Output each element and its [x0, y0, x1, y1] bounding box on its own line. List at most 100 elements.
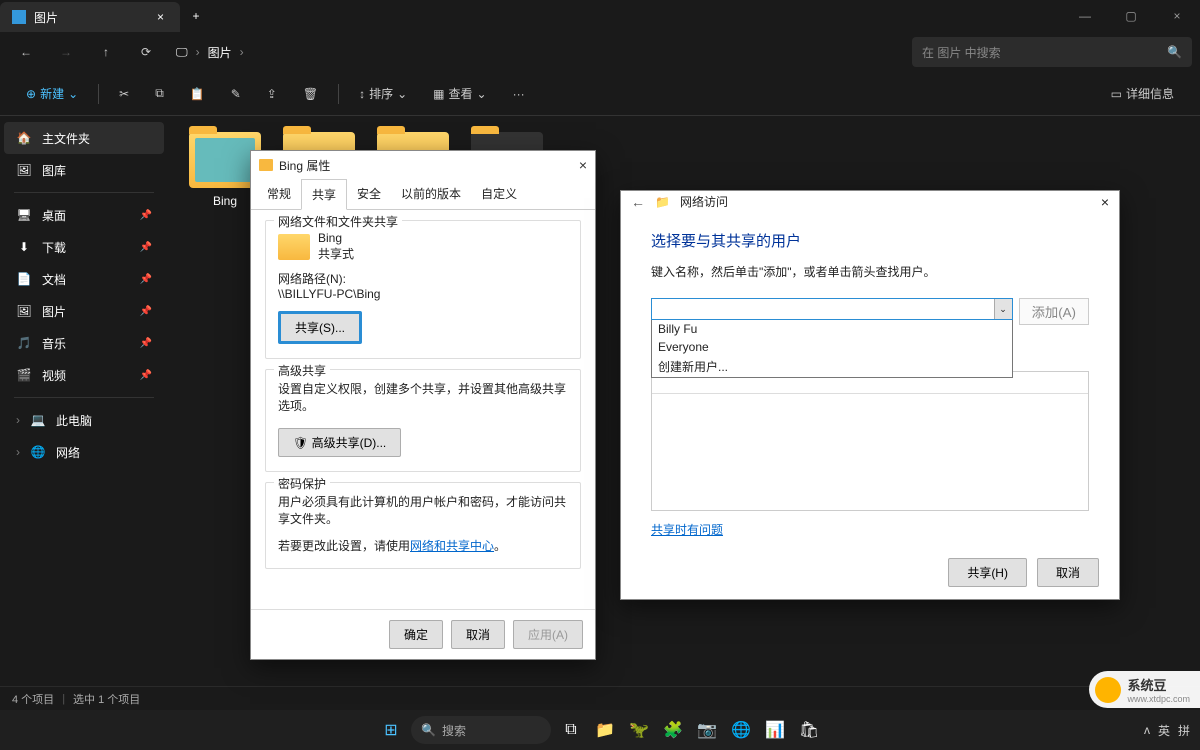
sidebar-item-gallery[interactable]: 🖼 图库 — [4, 154, 164, 186]
taskbar-app[interactable]: 🧩 — [659, 716, 687, 744]
ok-button[interactable]: 确定 — [389, 620, 443, 649]
start-button[interactable]: ⊞ — [377, 716, 405, 744]
taskbar-app[interactable]: 🛍 — [795, 716, 823, 744]
taskbar-app[interactable]: 🦖 — [625, 716, 653, 744]
close-button[interactable]: × — [1154, 0, 1200, 32]
tray-chevron-icon[interactable]: ʌ — [1144, 723, 1150, 737]
cancel-button[interactable]: 取消 — [451, 620, 505, 649]
folder-icon: 📁 — [655, 195, 670, 209]
user-input[interactable] — [651, 298, 1013, 320]
sidebar-item-videos[interactable]: 🎬视频📌 — [4, 359, 164, 391]
dialog-tabs: 常规 共享 安全 以前的版本 自定义 — [251, 179, 595, 210]
minimize-button[interactable]: — — [1062, 0, 1108, 32]
back-button[interactable]: ← — [8, 36, 44, 68]
user-combo[interactable]: ⌄ Billy Fu Everyone 创建新用户... — [651, 298, 1013, 325]
sidebar-item-downloads[interactable]: ⬇下载📌 — [4, 231, 164, 263]
sidebar-item-thispc[interactable]: ›💻此电脑 — [4, 404, 164, 436]
toolbar-sep — [98, 84, 99, 104]
breadcrumb[interactable]: 🖵 › 图片 › — [168, 44, 908, 61]
taskbar-app[interactable]: 📁 — [591, 716, 619, 744]
trouble-link[interactable]: 共享时有问题 — [651, 523, 723, 537]
cut-icon: ✂ — [119, 87, 129, 101]
add-button[interactable]: 添加(A) — [1019, 298, 1089, 325]
taskbar-search[interactable]: 🔍 搜索 — [411, 716, 551, 744]
delete-button[interactable]: 🗑 — [293, 79, 328, 109]
statusbar-sep: | — [62, 693, 65, 705]
paste-button[interactable]: 📋 — [180, 79, 215, 109]
dialog-titlebar[interactable]: ← 📁 网络访问 × — [621, 191, 1119, 212]
details-button[interactable]: ▭ 详细信息 — [1101, 79, 1184, 109]
pin-icon: 📌 — [140, 242, 152, 253]
taskbar-app[interactable]: 📷 — [693, 716, 721, 744]
folder-icon — [259, 159, 273, 171]
titlebar: 图片 × + — ▢ × — [0, 0, 1200, 32]
toolbar: ⊕ 新建 ⌄ ✂ ⧉ 📋 ✎ ⇪ 🗑 ↕ 排序 ⌄ ▦ 查看 ⌄ ··· ▭ 详… — [0, 72, 1200, 116]
section-title: 高级共享 — [274, 362, 330, 379]
ime-indicator[interactable]: 拼 — [1178, 722, 1190, 739]
breadcrumb-item[interactable]: 图片 — [208, 44, 232, 61]
copy-button[interactable]: ⧉ — [145, 79, 174, 109]
sort-icon: ↕ — [359, 87, 365, 101]
new-tab-button[interactable]: + — [180, 0, 212, 32]
sidebar-item-home[interactable]: 🏠 主文件夹 — [4, 122, 164, 154]
tab-previous[interactable]: 以前的版本 — [391, 179, 471, 209]
dropdown-option[interactable]: Billy Fu — [652, 320, 1012, 338]
search-box[interactable]: 在 图片 中搜索 🔍 — [912, 37, 1192, 67]
back-icon[interactable]: ← — [631, 194, 645, 210]
taskview-button[interactable]: ⧉ — [557, 716, 585, 744]
tab-customize[interactable]: 自定义 — [471, 179, 527, 209]
rename-button[interactable]: ✎ — [221, 79, 251, 109]
more-button[interactable]: ··· — [503, 79, 535, 109]
video-icon: 🎬 — [16, 367, 32, 383]
sidebar-item-network[interactable]: ›🌐网络 — [4, 436, 164, 468]
sort-button[interactable]: ↕ 排序 ⌄ — [349, 79, 417, 109]
chevron-down-icon: ⌄ — [477, 87, 487, 101]
network-center-link[interactable]: 网络和共享中心 — [410, 539, 494, 553]
dialog-subtext: 键入名称，然后单击"添加"，或者单击箭头查找用户。 — [651, 263, 1089, 280]
ime-indicator[interactable]: 英 — [1158, 722, 1170, 739]
new-button[interactable]: ⊕ 新建 ⌄ — [16, 79, 88, 109]
tab-general[interactable]: 常规 — [257, 179, 301, 209]
monitor-icon: 🖵 — [176, 45, 188, 60]
network-icon: 🌐 — [30, 444, 46, 460]
close-icon[interactable]: × — [579, 157, 587, 173]
dropdown-option[interactable]: Everyone — [652, 338, 1012, 356]
up-button[interactable]: ↑ — [88, 36, 124, 68]
forward-button[interactable]: → — [48, 36, 84, 68]
close-icon[interactable]: × — [1101, 194, 1109, 210]
sidebar-item-music[interactable]: 🎵音乐📌 — [4, 327, 164, 359]
taskbar-app[interactable]: 📊 — [761, 716, 789, 744]
cut-button[interactable]: ✂ — [109, 79, 139, 109]
sidebar: 🏠 主文件夹 🖼 图库 🖥桌面📌 ⬇下载📌 📄文档📌 🖼图片📌 🎵音乐📌 🎬视频… — [0, 116, 168, 686]
section-advanced-sharing: 高级共享 设置自定义权限，创建多个共享，并设置其他高级共享选项。 🛡 高级共享(… — [265, 369, 581, 472]
apply-button[interactable]: 应用(A) — [513, 620, 583, 649]
sidebar-item-pictures[interactable]: 🖼图片📌 — [4, 295, 164, 327]
path-value: \\BILLYFU-PC\Bing — [278, 287, 568, 301]
tab-security[interactable]: 安全 — [347, 179, 391, 209]
sidebar-item-desktop[interactable]: 🖥桌面📌 — [4, 199, 164, 231]
share-button[interactable]: ⇪ — [257, 79, 287, 109]
dropdown-button[interactable]: ⌄ — [994, 299, 1012, 319]
tab-close-icon[interactable]: × — [153, 8, 168, 26]
watermark-icon — [1095, 677, 1121, 703]
refresh-button[interactable]: ⟳ — [128, 36, 164, 68]
taskbar: ⊞ 🔍 搜索 ⧉ 📁 🦖 🧩 📷 🌐 📊 🛍 ʌ 英 拼 — [0, 710, 1200, 750]
taskbar-app[interactable]: 🌐 — [727, 716, 755, 744]
share-button[interactable]: 共享(H) — [948, 558, 1027, 587]
dialog-titlebar[interactable]: Bing 属性 × — [251, 151, 595, 179]
permissions-table[interactable] — [651, 371, 1089, 511]
maximize-button[interactable]: ▢ — [1108, 0, 1154, 32]
pin-icon: 📌 — [140, 274, 152, 285]
system-tray[interactable]: ʌ 英 拼 — [1144, 722, 1190, 739]
share-status: 共享式 — [318, 245, 354, 262]
sidebar-item-documents[interactable]: 📄文档📌 — [4, 263, 164, 295]
section-text: 用户必须具有此计算机的用户帐户和密码，才能访问共享文件夹。 — [278, 493, 568, 527]
share-button[interactable]: 共享(S)... — [278, 311, 362, 344]
tab-active[interactable]: 图片 × — [0, 2, 180, 32]
dropdown-option[interactable]: 创建新用户... — [652, 356, 1012, 377]
view-button[interactable]: ▦ 查看 ⌄ — [423, 79, 496, 109]
cancel-button[interactable]: 取消 — [1037, 558, 1099, 587]
advanced-share-button[interactable]: 🛡 高级共享(D)... — [278, 428, 401, 457]
tab-sharing[interactable]: 共享 — [301, 179, 347, 210]
window-controls: — ▢ × — [1062, 0, 1200, 32]
